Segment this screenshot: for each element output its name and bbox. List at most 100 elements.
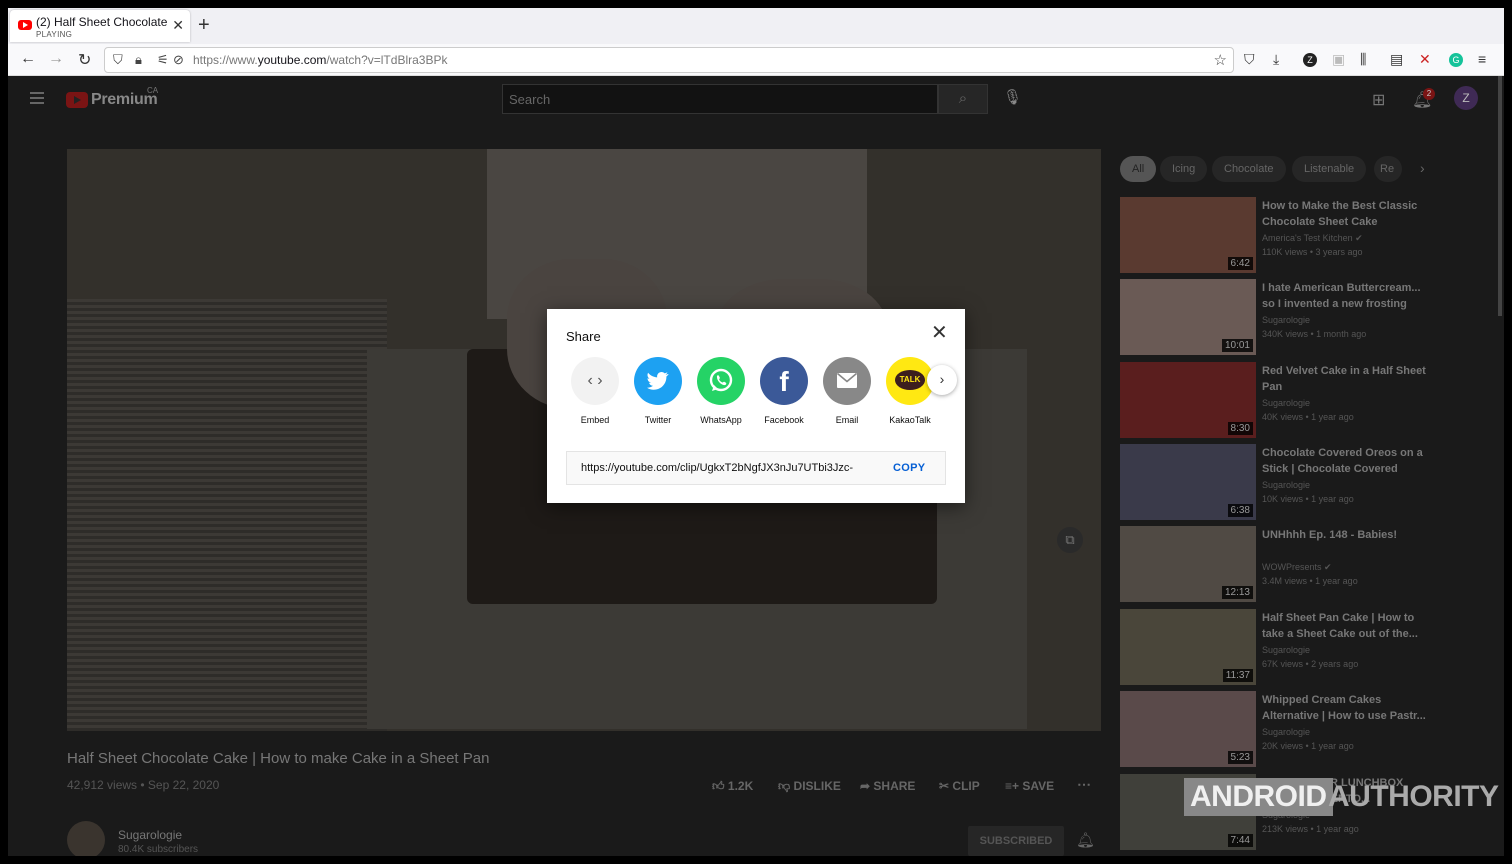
dislike-button[interactable]: 👎︎ DISLIKE: [778, 779, 841, 794]
tools-icon[interactable]: ✕: [1419, 51, 1431, 68]
bookmark-star-icon[interactable]: ☆: [1214, 51, 1227, 69]
recommendation-item[interactable]: 6:38 Chocolate Covered Oreos on a Stick …: [1120, 444, 1490, 522]
new-tab-button[interactable]: +: [198, 14, 210, 37]
save-button[interactable]: ≡+ SAVE: [1005, 779, 1054, 793]
menu-icon[interactable]: ≡: [1478, 51, 1486, 67]
recommendation-item[interactable]: 12:13 UNHhhh Ep. 148 - Babies! WOWPresen…: [1120, 526, 1490, 604]
search-button[interactable]: ⌕: [938, 84, 988, 114]
chip-icing[interactable]: Icing: [1160, 156, 1208, 182]
reader-icon[interactable]: ▤: [1390, 51, 1403, 68]
tab-status: PLAYING: [36, 30, 73, 39]
recommendation-item[interactable]: 10:01 I hate American Buttercream... so …: [1120, 279, 1490, 357]
microphone-icon[interactable]: 🎙︎: [1003, 88, 1022, 106]
pocket-icon[interactable]: ⛉: [1244, 51, 1255, 68]
kakaotalk-bubble: TALK: [895, 370, 925, 390]
share-label: WhatsApp: [700, 415, 742, 425]
chip-listenable[interactable]: Listenable: [1292, 156, 1367, 182]
like-count: 1.2K: [727, 779, 754, 793]
lock-icon[interactable]: 🔒︎: [135, 52, 142, 68]
tab-title: (2) Half Sheet Chocolate Cake | How to m…: [36, 15, 171, 29]
share-link-text[interactable]: https://youtube.com/clip/UgkxT2bNgfJX3nJ…: [581, 462, 875, 474]
chip-all[interactable]: All: [1120, 156, 1157, 182]
duration-badge: 6:38: [1227, 504, 1253, 517]
library-icon[interactable]: ⫼: [1360, 51, 1366, 68]
recommendation-item[interactable]: 6:42 How to Make the Best Classic Chocol…: [1120, 197, 1490, 275]
create-video-icon[interactable]: ⊞: [1372, 90, 1385, 110]
recommendation-views: 3.4M views • 1 year ago: [1262, 576, 1358, 586]
playlist-add-icon: ≡+: [1005, 779, 1020, 793]
chips-next-icon[interactable]: ›: [1420, 160, 1425, 176]
recommendation-thumbnail: 12:13: [1120, 526, 1256, 602]
downloads-icon[interactable]: ⤓: [1273, 51, 1279, 68]
share-email-button[interactable]: Email: [817, 357, 877, 425]
video-meta: 42,912 views • Sep 22, 2020: [67, 778, 220, 792]
share-label: Twitter: [644, 415, 672, 425]
recommendation-item[interactable]: 8:30 Red Velvet Cake in a Half Sheet Pan…: [1120, 362, 1490, 440]
copy-button[interactable]: COPY: [893, 462, 925, 474]
clip-label: CLIP: [952, 779, 980, 793]
share-label: Email: [835, 415, 859, 425]
chip-re[interactable]: Re: [1374, 156, 1402, 182]
duration-badge: 5:23: [1227, 751, 1253, 764]
reload-icon[interactable]: ↻: [78, 50, 91, 70]
share-label: KakaoTalk: [889, 415, 931, 425]
page-scrollbar[interactable]: [1498, 76, 1502, 316]
recommendation-views: 67K views • 2 years ago: [1262, 659, 1359, 669]
share-whatsapp-button[interactable]: WhatsApp: [691, 357, 751, 425]
clip-button[interactable]: ✂ CLIP: [939, 779, 980, 793]
verified-icon: ✔: [1355, 233, 1363, 243]
shield-icon[interactable]: ⛉: [113, 52, 123, 68]
share-label: Embed: [580, 415, 610, 425]
share-facebook-button[interactable]: f Facebook: [754, 357, 814, 425]
search-input[interactable]: Search: [502, 84, 938, 114]
channel-subscriber-count: 80.4K subscribers: [118, 844, 199, 855]
recommendation-title: I hate American Buttercream... so I inve…: [1262, 282, 1421, 310]
grammarly-icon[interactable]: G: [1449, 53, 1463, 67]
screen: (2) Half Sheet Chocolate Cake | How to m…: [8, 8, 1504, 856]
hamburger-menu-icon[interactable]: [30, 92, 44, 104]
recommendation-title: How to Make the Best Classic Chocolate S…: [1262, 200, 1418, 228]
autoplay-blocked-icon[interactable]: ⊘: [173, 52, 184, 68]
notification-badge: 2: [1423, 88, 1435, 100]
channel-avatar[interactable]: [67, 821, 105, 856]
like-button[interactable]: 👍︎ 1.2K: [712, 779, 753, 794]
browser-tab[interactable]: (2) Half Sheet Chocolate Cake | How to m…: [10, 10, 190, 42]
subscribed-button[interactable]: SUBSCRIBED: [968, 826, 1064, 856]
recommendation-item[interactable]: 11:37 Half Sheet Pan Cake | How to take …: [1120, 609, 1490, 687]
close-icon[interactable]: ✕: [931, 323, 948, 343]
forward-icon[interactable]: →: [48, 50, 64, 68]
chip-chocolate[interactable]: Chocolate: [1212, 156, 1286, 182]
chevron-right-icon: ›: [939, 371, 945, 387]
recommendation-title: Chocolate Covered Oreos on a Stick | Cho…: [1262, 447, 1423, 475]
youtube-header: Premium CA Search ⌕ 🎙︎ ⊞ 🔔︎ 2 Z: [8, 76, 1504, 124]
more-actions-icon[interactable]: ⋯: [1077, 776, 1091, 793]
permissions-icon[interactable]: ⚟: [157, 52, 169, 68]
email-icon: [823, 357, 871, 405]
extension-z-icon[interactable]: Z: [1303, 53, 1317, 67]
twitter-icon: [634, 357, 682, 405]
share-link-field[interactable]: https://youtube.com/clip/UgkxT2bNgfJX3nJ…: [566, 451, 946, 485]
miniplayer-icon[interactable]: ⧉: [1057, 527, 1083, 553]
thumbs-down-icon: 👎︎: [778, 779, 791, 793]
recommendation-channel: Sugarologie: [1262, 315, 1311, 325]
recommendation-channel: WOWPresents ✔: [1262, 562, 1332, 572]
tab-close-icon[interactable]: ✕: [172, 17, 184, 34]
watermark-part2: AUTHORITY: [1328, 780, 1499, 813]
back-icon[interactable]: ←: [20, 50, 36, 68]
channel-bell-icon[interactable]: 🔔︎: [1076, 831, 1095, 849]
channel-name[interactable]: Sugarologie: [118, 828, 182, 842]
share-next-button[interactable]: ›: [927, 365, 957, 395]
share-twitter-button[interactable]: Twitter: [628, 357, 688, 425]
recommendation-views: 40K views • 1 year ago: [1262, 412, 1354, 422]
address-bar[interactable]: ⛉ 🔒︎ ⚟ ⊘ https://www.youtube.com/watch?v…: [104, 47, 1234, 73]
share-embed-button[interactable]: ‹ › Embed: [565, 357, 625, 425]
account-avatar[interactable]: Z: [1454, 86, 1478, 110]
recommendation-thumbnail: 6:42: [1120, 197, 1256, 273]
video-cooling-rack: [67, 299, 387, 731]
share-button[interactable]: ➦ SHARE: [860, 779, 915, 793]
duration-badge: 11:37: [1222, 669, 1253, 682]
extension-icon[interactable]: ▣: [1332, 51, 1345, 68]
recommendation-item[interactable]: 5:23 Whipped Cream Cakes Alternative | H…: [1120, 691, 1490, 769]
watermark-part1: ANDROID: [1184, 778, 1333, 816]
recommendation-views: 10K views • 1 year ago: [1262, 494, 1354, 504]
